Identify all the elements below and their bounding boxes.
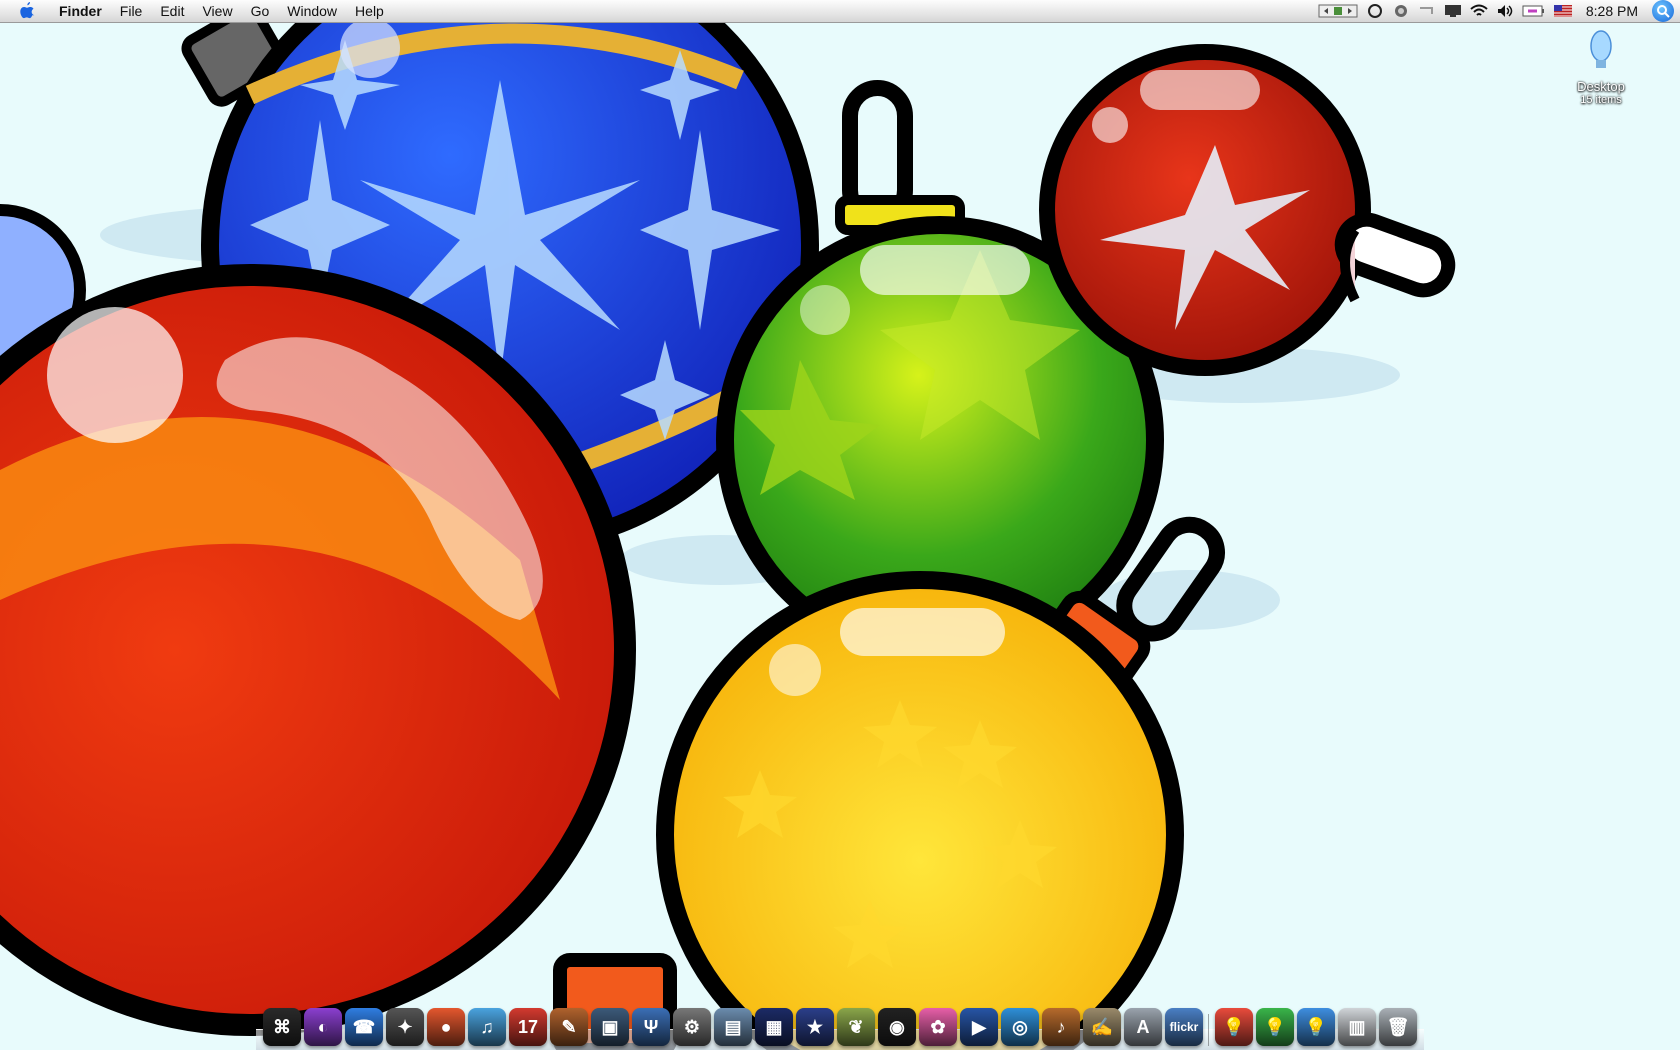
dock: ⌘ ◐ ☎ ✦ ● ♫ 17 ✎ ▣ Ψ ⚙ ▤ ▦ ★ ❦ ◉ ✿ ▶ ◎ ♪ ✍ Aflickr 💡 💡 💡 ▥ 🗑 [256,998,1424,1050]
wifi-icon[interactable] [1470,4,1488,18]
front-row-icon[interactable]: ◐ [304,1008,342,1046]
itunes-icon[interactable]: ♫ [468,1008,506,1046]
finder-icon[interactable]: ⌘ [263,1008,301,1046]
menu-go[interactable]: Go [242,0,279,22]
screen-icon[interactable] [1444,4,1462,18]
feather-icon[interactable]: ❦ [837,1008,875,1046]
star-app-icon[interactable]: ★ [796,1008,834,1046]
desktop-item-count: 15 items [1580,94,1622,106]
us-flag-icon[interactable] [1553,4,1572,18]
menu-clock[interactable]: 8:28 PM [1586,3,1638,19]
menu-help[interactable]: Help [346,0,393,22]
volume-icon[interactable] [1496,4,1514,18]
trash-icon[interactable]: 🗑 [1379,1008,1417,1046]
spaces-icon[interactable] [1318,4,1358,18]
garageband-icon[interactable]: ♪ [1042,1008,1080,1046]
sync-circle-icon[interactable] [1366,4,1384,18]
blue-bulb-icon[interactable]: 💡 [1297,1008,1335,1046]
ical-icon[interactable]: 17 [509,1008,547,1046]
safari-icon[interactable]: ✦ [386,1008,424,1046]
iphoto-icon[interactable]: ▤ [714,1008,752,1046]
fruit-app-icon[interactable]: ● [427,1008,465,1046]
dock-separator [1206,1008,1212,1046]
flickr-upload-icon[interactable]: flickr [1165,1008,1203,1046]
stage-icon[interactable]: ▦ [755,1008,793,1046]
desktop-item-name: Desktop [1577,79,1625,94]
time-machine-icon[interactable] [1392,4,1410,18]
menu-view[interactable]: View [193,0,241,22]
app-store-icon[interactable]: A [1124,1008,1162,1046]
desktop-folder-item[interactable]: Desktop 15 items [1560,30,1642,106]
brush-icon[interactable]: ✎ [550,1008,588,1046]
imovie-icon[interactable]: ▶ [960,1008,998,1046]
camera-icon[interactable]: ◉ [878,1008,916,1046]
apple-logo-icon[interactable] [16,0,38,22]
menu-bar: Finder File Edit View Go Window Help 8:2… [0,0,1680,23]
preview-icon[interactable]: ▣ [591,1008,629,1046]
red-bulb-icon[interactable]: 💡 [1215,1008,1253,1046]
flower-icon[interactable]: ✿ [919,1008,957,1046]
light-bulb-icon [1590,30,1612,68]
menu-edit[interactable]: Edit [151,0,193,22]
menu-file[interactable]: File [111,0,152,22]
idvd-icon[interactable]: ◎ [1001,1008,1039,1046]
document-stack-icon[interactable]: ▥ [1338,1008,1376,1046]
textedit-icon[interactable]: ✍ [1083,1008,1121,1046]
battery-icon[interactable] [1522,4,1546,18]
ichat-icon[interactable]: ☎ [345,1008,383,1046]
green-bulb-icon[interactable]: 💡 [1256,1008,1294,1046]
system-tool-icon[interactable]: ⚙ [673,1008,711,1046]
spotlight-icon[interactable] [1652,0,1674,22]
desktop-wallpaper [0,0,1680,1050]
app-menu-finder[interactable]: Finder [50,0,111,22]
menu-window[interactable]: Window [278,0,346,22]
tuxedo-icon[interactable]: Ψ [632,1008,670,1046]
display-icon[interactable] [1418,4,1436,18]
